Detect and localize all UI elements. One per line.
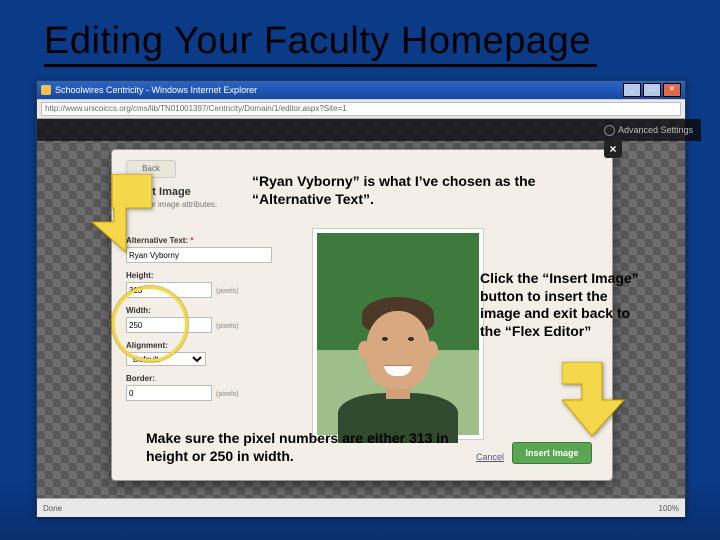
callout-pixel-numbers: Make sure the pixel numbers are either 3…: [146, 430, 456, 465]
highlight-ring: [112, 286, 188, 362]
slide-title: Editing Your Faculty Homepage: [44, 20, 591, 63]
callout-alt-text: “Ryan Vyborny” is what I’ve chosen as th…: [252, 173, 542, 208]
callout-insert-image: Click the “Insert Image” button to inser…: [480, 270, 650, 340]
pixels-hint: (pixels): [216, 323, 239, 330]
window-title: Schoolwires Centricity - Windows Interne…: [55, 85, 257, 95]
cancel-link[interactable]: Cancel: [476, 452, 504, 462]
advanced-settings-link[interactable]: Advanced Settings: [618, 125, 693, 135]
insert-image-button[interactable]: Insert Image: [512, 442, 592, 464]
minimize-button[interactable]: _: [623, 83, 641, 97]
gear-icon: [604, 125, 615, 136]
close-window-button[interactable]: ×: [663, 83, 681, 97]
browser-status-bar: Done 100%: [37, 498, 685, 517]
pixels-hint: (pixels): [216, 391, 239, 398]
status-zoom: 100%: [659, 504, 679, 513]
pixels-hint: (pixels): [216, 288, 239, 295]
url-field[interactable]: http://www.unicoiccs.org/cms/lib/TN01001…: [41, 102, 681, 116]
browser-titlebar: Schoolwires Centricity - Windows Interne…: [37, 81, 685, 99]
address-bar: http://www.unicoiccs.org/cms/lib/TN01001…: [37, 99, 685, 119]
status-done: Done: [43, 504, 62, 513]
image-preview: [312, 228, 484, 440]
maximize-button[interactable]: □: [643, 83, 661, 97]
arrow-to-insert-button: [562, 362, 662, 442]
portrait-photo: [317, 233, 479, 435]
border-input[interactable]: [126, 385, 212, 401]
slide: Editing Your Faculty Homepage Schoolwire…: [0, 0, 720, 540]
border-label: Border:: [126, 374, 296, 383]
dialog-close-button[interactable]: ×: [604, 140, 622, 158]
arrow-to-alt-text: [52, 174, 152, 264]
height-label: Height:: [126, 271, 296, 280]
editor-header: Advanced Settings: [37, 119, 701, 141]
schoolwires-icon: [41, 85, 51, 95]
